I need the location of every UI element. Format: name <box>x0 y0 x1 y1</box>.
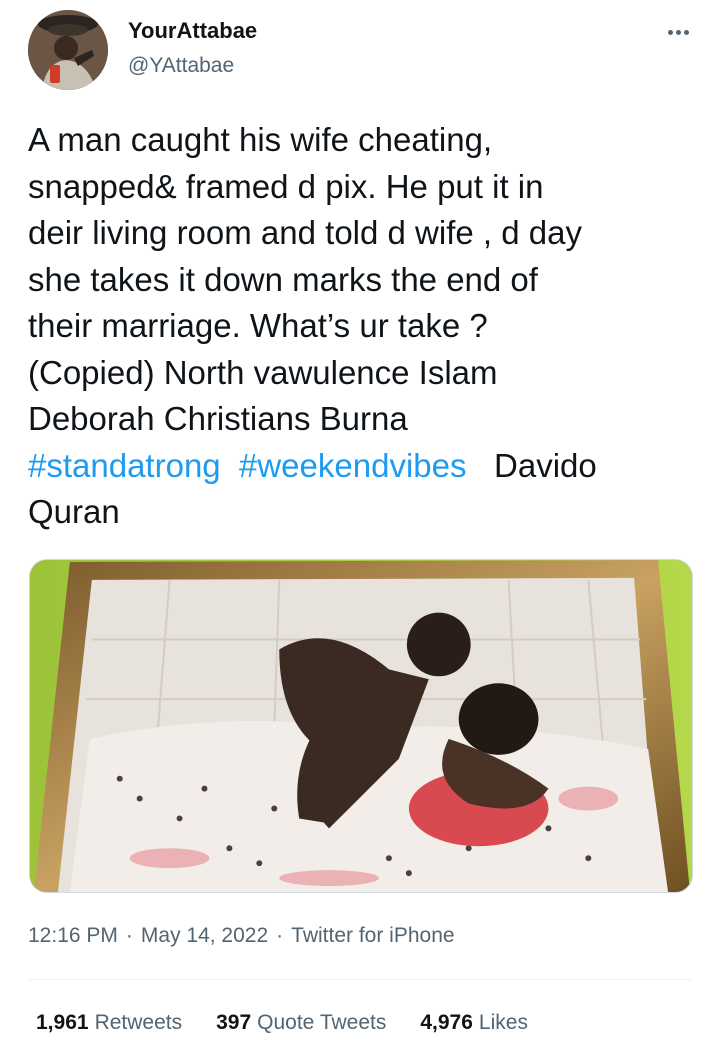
tweet-line: Quran <box>28 493 120 530</box>
tweet-line: their marriage. What’s ur take ? <box>28 307 488 344</box>
tweet-time[interactable]: 12:16 PM <box>28 924 118 948</box>
more-dots-icon <box>667 29 689 35</box>
display-name[interactable]: YourAttabae <box>128 18 257 44</box>
tweet-detail: YourAttabae @YAttabae A man caught his w… <box>0 0 720 1063</box>
avatar[interactable] <box>28 10 108 90</box>
tweet-date[interactable]: May 14, 2022 <box>141 924 268 948</box>
retweets-count: 1,961 <box>36 1011 89 1034</box>
tweet-line: Deborah Christians Burna <box>28 400 408 437</box>
tweet-photo[interactable] <box>29 559 693 893</box>
tweet-word: Davido <box>494 446 597 484</box>
more-options-button[interactable] <box>658 16 698 48</box>
framed-photo-image <box>30 560 692 892</box>
tweet-text: A man caught his wife cheating, snapped&… <box>28 117 698 536</box>
quote-tweets-stat[interactable]: 397 Quote Tweets <box>216 1011 386 1035</box>
tweet-stats: 1,961 Retweets 397 Quote Tweets 4,976 Likes <box>36 1011 528 1035</box>
tweet-meta: 12:16 PM · May 14, 2022 · Twitter for iP… <box>28 924 455 948</box>
tweet-source[interactable]: Twitter for iPhone <box>291 924 454 948</box>
tweet-line: (Copied) North vawulence Islam <box>28 353 498 391</box>
tweet-line: deir living room and told d wife , d day <box>28 214 582 251</box>
likes-label: Likes <box>478 1011 528 1034</box>
quote-tweets-label: Quote Tweets <box>257 1011 387 1034</box>
retweets-stat[interactable]: 1,961 Retweets <box>36 1011 182 1035</box>
meta-separator: · <box>276 924 284 947</box>
avatar-image <box>28 10 108 90</box>
meta-separator: · <box>125 924 133 947</box>
tweet-line: she takes it down marks the end of <box>28 260 538 298</box>
hashtag-link[interactable]: #standatrong <box>28 447 221 484</box>
retweets-label: Retweets <box>94 1011 183 1034</box>
tweet-line: A man caught his wife cheating, <box>28 121 493 158</box>
likes-count: 4,976 <box>420 1011 473 1034</box>
tweet-line: snapped& framed d pix. He put it in <box>28 167 544 205</box>
likes-stat[interactable]: 4,976 Likes <box>420 1011 528 1035</box>
user-handle[interactable]: @YAttabae <box>128 54 234 78</box>
divider <box>28 979 692 980</box>
quote-tweets-count: 397 <box>216 1011 252 1034</box>
hashtag-link[interactable]: #weekendvibes <box>239 447 467 484</box>
